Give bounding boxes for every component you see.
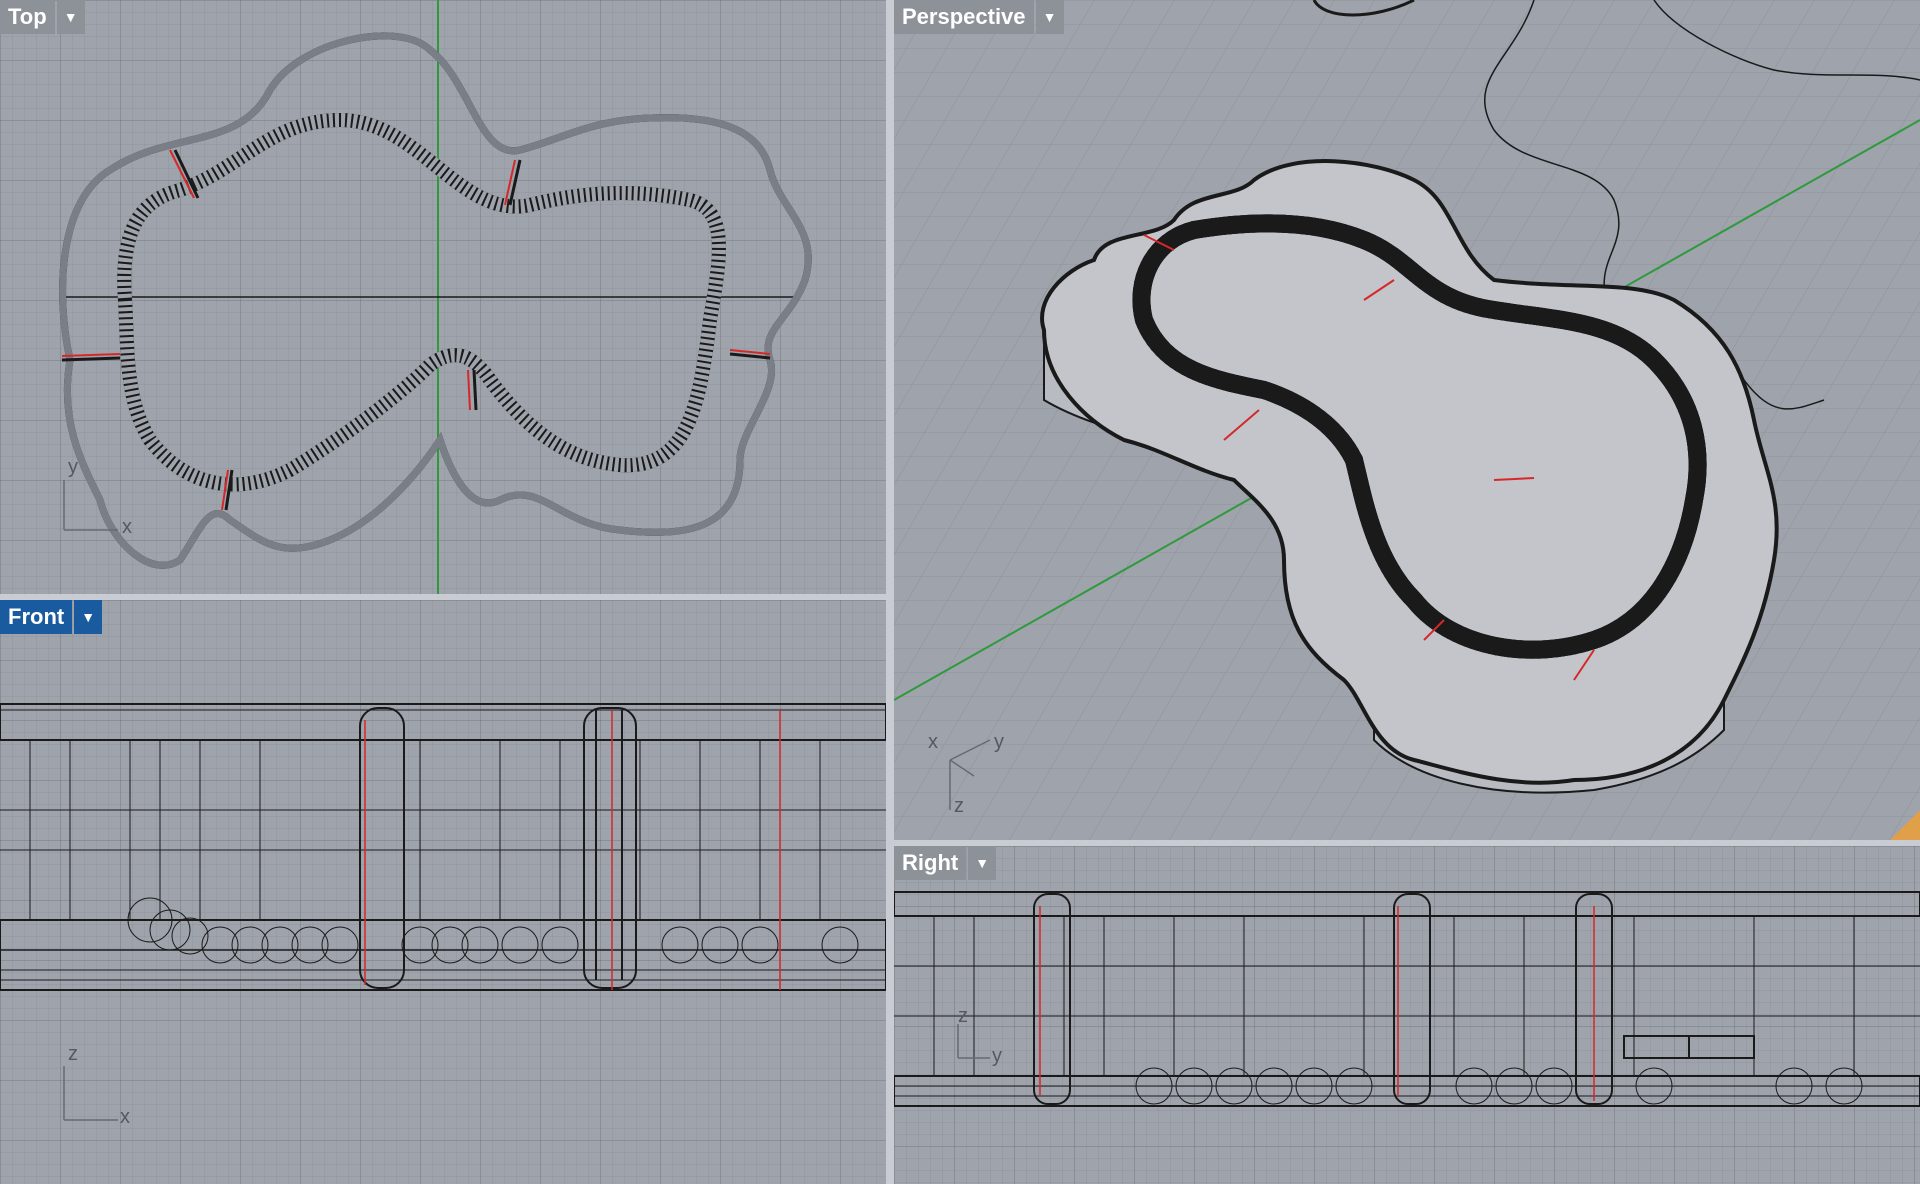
front-loop-arcs	[127, 897, 859, 964]
viewport-label[interactable]: Perspective	[894, 0, 1034, 34]
chevron-down-icon[interactable]: ▼	[1035, 0, 1064, 34]
chevron-down-icon[interactable]: ▼	[968, 846, 997, 880]
chevron-down-icon[interactable]: ▼	[56, 0, 85, 34]
outer-wall-curve	[63, 36, 809, 565]
viewport-label[interactable]: Top	[0, 0, 55, 34]
perspective-viewport-title-bar: Perspective ▼	[894, 0, 1064, 34]
right-view-drawing: z y	[894, 891, 1920, 1107]
axis-label-x: x	[122, 516, 132, 538]
inner-track-curve	[124, 112, 719, 484]
axis-label-y: y	[68, 456, 78, 478]
top-view-drawing: y x	[0, 0, 886, 594]
right-red-lines	[1039, 906, 1595, 1101]
axis-label-z: z	[68, 1043, 78, 1065]
right-viewport-title-bar: Right ▼	[894, 846, 997, 880]
top-viewport-title-bar: Top ▼	[0, 0, 85, 34]
right-vertical-grid	[894, 916, 1920, 1076]
viewport-label[interactable]: Right	[894, 846, 967, 880]
right-viewport[interactable]: z y Right ▼	[894, 846, 1920, 1184]
top-viewport[interactable]: y x Top ▼	[0, 0, 886, 594]
perspective-viewport[interactable]: x y z Perspective ▼	[894, 0, 1920, 840]
axis-indicator	[63, 1066, 118, 1121]
chevron-down-icon[interactable]: ▼	[74, 600, 103, 634]
viewport-label[interactable]: Front	[0, 600, 73, 634]
front-view-drawing: z x	[0, 703, 886, 1128]
front-viewport-title-bar: Front ▼	[0, 600, 103, 634]
axis-label-y: y	[994, 731, 1004, 753]
axis-label-z: z	[954, 795, 964, 817]
axis-label-y: y	[992, 1045, 1002, 1067]
front-vertical-grid	[0, 740, 886, 920]
perspective-view-drawing: x y z	[894, 0, 1920, 840]
axis-label-x: x	[928, 731, 938, 753]
axis-label-z: z	[958, 1005, 968, 1027]
axis-label-x: x	[120, 1106, 130, 1128]
front-wall-elevation	[0, 703, 886, 991]
right-wall-elevation	[894, 891, 1920, 1107]
front-viewport[interactable]: z x Front ▼	[0, 600, 886, 1184]
